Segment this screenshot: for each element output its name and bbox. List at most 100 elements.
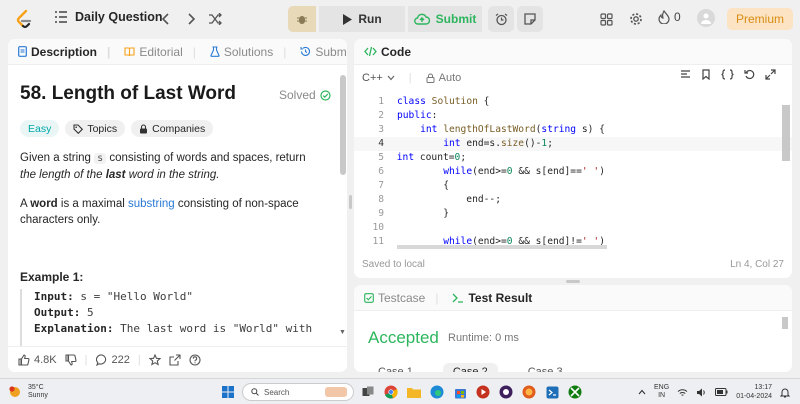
case-tab-2[interactable]: Case 2 [442, 363, 498, 372]
taskbar-app[interactable] [451, 383, 469, 401]
speaker-icon[interactable] [696, 388, 707, 397]
example-title: Example 1: [20, 270, 84, 284]
tab-divider: | [283, 44, 287, 59]
submit-label: Submit [435, 12, 477, 26]
next-problem-button[interactable] [182, 10, 200, 28]
run-button[interactable]: Run [319, 6, 405, 32]
submit-button[interactable]: Submit [408, 6, 482, 32]
chevron-left-icon [161, 13, 169, 25]
debug-button[interactable] [288, 6, 316, 32]
language-label: C++ [362, 72, 383, 84]
braces-icon[interactable] [721, 69, 734, 80]
topics-chip[interactable]: Topics [65, 120, 126, 137]
like-count: 4.8K [34, 353, 57, 366]
comments-button[interactable]: 222 [95, 354, 130, 366]
taskbar-app[interactable] [543, 383, 561, 401]
leetcode-logo-icon[interactable] [14, 9, 34, 29]
app-icon [499, 385, 513, 399]
daily-question-label: Daily Question [75, 10, 163, 24]
panel-resize-handle-horizontal[interactable] [566, 280, 580, 283]
timer-button[interactable] [488, 6, 514, 32]
weather-widget[interactable]: 35°C Sunny [8, 384, 48, 400]
taskbar-app[interactable] [497, 383, 515, 401]
case-tab-1[interactable]: Case 1 [368, 363, 423, 372]
task-view-icon [362, 386, 374, 396]
footer-divider: | [137, 353, 141, 366]
substring-link[interactable]: substring [128, 198, 175, 210]
random-problem-button[interactable] [206, 10, 224, 28]
case-tab-3[interactable]: Case 3 [518, 363, 573, 372]
code-scrollbar[interactable] [782, 105, 790, 161]
tab-code[interactable]: Code [364, 45, 411, 59]
wifi-icon[interactable] [677, 388, 688, 397]
chevron-up-icon[interactable] [638, 389, 646, 395]
code-tabs: Code [354, 39, 792, 65]
tab-solutions[interactable]: Solutions | [210, 44, 287, 59]
run-submit-group: Run Submit [288, 6, 543, 32]
battery-icon[interactable] [715, 388, 728, 396]
language-indicator[interactable]: ENG IN [654, 384, 669, 400]
checkbox-icon [364, 292, 374, 303]
help-button[interactable] [189, 353, 201, 366]
tab-submissions[interactable]: Submissions [300, 45, 347, 59]
streak-counter[interactable]: 0 [658, 10, 681, 24]
avatar[interactable] [697, 9, 715, 27]
tab-description[interactable]: Description | [18, 45, 110, 59]
like-button[interactable]: 4.8K [18, 354, 57, 366]
tab-code-label: Code [381, 44, 411, 59]
windows-start-button[interactable] [219, 383, 237, 401]
language-select[interactable]: C++ [362, 72, 395, 84]
description-footer: 4.8K | 222 | [8, 346, 347, 372]
code-scrollbar-horizontal[interactable] [397, 245, 607, 249]
taskbar-app[interactable] [382, 383, 400, 401]
companies-chip[interactable]: Companies [131, 120, 214, 137]
clock-date: 01-04-2024 [736, 393, 772, 400]
tab-editorial[interactable]: Editorial | [124, 45, 196, 59]
windows-taskbar: 35°C Sunny Search ENG IN 13:17 01-04-202… [0, 378, 800, 404]
code-editor[interactable]: 1 class Solution { 2 public: 3 int lengthO… [354, 95, 792, 245]
code-line: 10 [372, 222, 384, 233]
weather-condition: Sunny [28, 392, 48, 399]
premium-button[interactable]: Premium [727, 8, 793, 30]
taskbar-app[interactable] [566, 383, 584, 401]
scroll-down-icon[interactable]: ▼ [339, 329, 346, 336]
taskbar-app[interactable] [474, 383, 492, 401]
example-block: Input: s = "Hello World" Output: 5 Expla… [20, 289, 332, 349]
taskbar-app[interactable] [520, 383, 538, 401]
description-scrollbar[interactable] [340, 75, 346, 175]
test-tabs: Testcase | Test Result [354, 285, 792, 311]
store-icon [454, 388, 466, 398]
thumbs-up-icon [18, 353, 30, 366]
share-button[interactable] [169, 353, 181, 366]
bookmark-icon[interactable] [701, 69, 711, 80]
taskbar-search[interactable]: Search [242, 383, 354, 401]
bug-icon [297, 16, 307, 24]
code-panel: Code C++ | Auto 1 class Solution { 2 publi… [354, 39, 792, 278]
favorite-button[interactable] [148, 353, 161, 366]
problem-list-button[interactable]: Daily Question [54, 10, 163, 24]
code-brackets-icon [364, 46, 377, 57]
test-scrollbar[interactable] [782, 317, 788, 329]
taskbar-app[interactable] [359, 383, 377, 401]
tab-test-result[interactable]: Test Result [452, 291, 532, 305]
tab-testcase[interactable]: Testcase | [364, 291, 438, 305]
format-lines-icon[interactable] [680, 69, 691, 80]
settings-button[interactable] [627, 10, 645, 28]
footer-divider: | [84, 353, 88, 366]
question-circle-icon [189, 353, 201, 366]
notification-bell-icon[interactable] [780, 387, 790, 398]
auto-mode-label: Auto [438, 72, 462, 84]
prev-problem-button[interactable] [157, 10, 175, 28]
taskbar-app[interactable] [405, 383, 423, 401]
expand-icon[interactable] [765, 69, 776, 80]
description-paragraph-1: Given a string s consisting of words and… [20, 152, 306, 181]
reset-icon[interactable] [744, 69, 755, 80]
dislike-button[interactable] [65, 353, 77, 366]
notes-button[interactable] [517, 6, 543, 32]
panel-resize-handle[interactable] [349, 195, 352, 209]
taskbar-app[interactable] [428, 383, 446, 401]
taskbar-clock[interactable]: 13:17 01-04-2024 [736, 383, 772, 401]
auto-mode-toggle[interactable]: Auto [426, 72, 462, 84]
layout-button[interactable] [597, 10, 615, 28]
temperature: 35°C [28, 384, 44, 391]
